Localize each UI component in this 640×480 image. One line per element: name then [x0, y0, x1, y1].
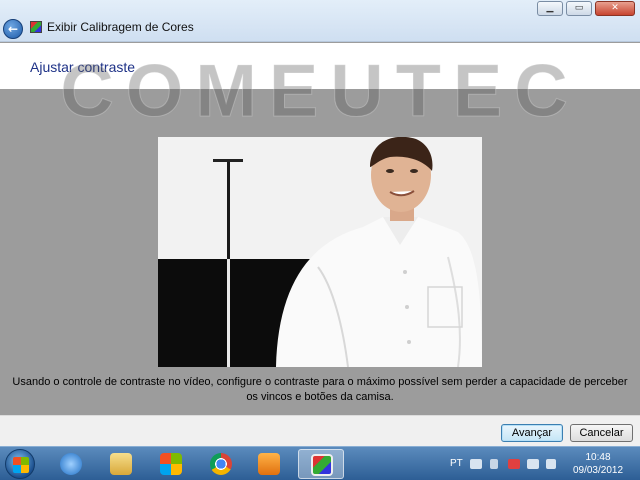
action-center-icon[interactable] [508, 459, 520, 469]
maximize-button[interactable]: ▭ [566, 1, 592, 16]
window-title: Exibir Calibragem de Cores [47, 20, 194, 34]
title-bar: ← Exibir Calibragem de Cores ▁ ▭ ✕ [0, 0, 640, 42]
show-hidden-icons-icon[interactable] [490, 459, 498, 469]
clock-time: 10:48 [585, 452, 611, 463]
language-indicator[interactable]: PT [450, 458, 463, 469]
taskbar-item-internet-explorer[interactable] [48, 449, 94, 479]
instructions-text: Usando o controle de contraste no vídeo,… [12, 376, 628, 403]
man-in-white-shirt-image [158, 137, 482, 367]
taskbar: PT 10:48 09/03/2012 [0, 446, 640, 480]
windows-logo-icon [13, 457, 29, 473]
file-explorer-icon [110, 453, 132, 475]
page-title: Ajustar contraste [30, 59, 136, 75]
internet-explorer-icon [60, 453, 82, 475]
color-calibration-icon [311, 454, 333, 476]
back-arrow-icon[interactable]: ← [3, 19, 23, 39]
color-calibration-app-icon [30, 21, 42, 33]
taskbar-item-windows[interactable] [148, 449, 194, 479]
cancel-button[interactable]: Cancelar [570, 424, 633, 442]
close-button[interactable]: ✕ [595, 1, 635, 16]
contrast-reference-image [158, 137, 482, 367]
page-header: Ajustar contraste [0, 43, 640, 89]
taskbar-item-file-explorer[interactable] [98, 449, 144, 479]
system-clock[interactable]: 10:48 09/03/2012 [566, 451, 630, 477]
volume-icon[interactable] [546, 459, 556, 469]
windows-flag-icon [160, 453, 182, 475]
taskbar-item-chrome[interactable] [198, 449, 244, 479]
chrome-icon [210, 453, 232, 475]
dialog-footer: Avançar Cancelar [0, 415, 640, 446]
window-controls: ▁ ▭ ✕ [537, 1, 635, 16]
clock-date: 09/03/2012 [572, 465, 624, 476]
media-player-icon [258, 453, 280, 475]
network-icon[interactable] [527, 459, 539, 469]
minimize-button[interactable]: ▁ [537, 1, 563, 16]
start-button[interactable] [5, 449, 35, 479]
keyboard-icon[interactable] [470, 459, 482, 469]
taskbar-item-media-player[interactable] [246, 449, 292, 479]
taskbar-item-color-calibration[interactable] [298, 449, 344, 479]
next-button[interactable]: Avançar [501, 424, 563, 442]
